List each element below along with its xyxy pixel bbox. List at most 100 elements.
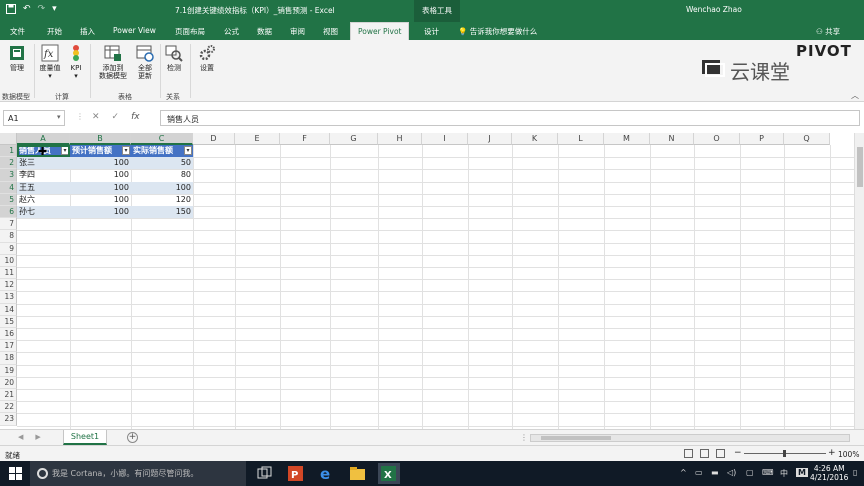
tab-page-layout[interactable]: 页面布局 [175,26,205,37]
tab-split-icon[interactable]: ⋮ [520,433,528,442]
row-header-11[interactable]: 11 [0,267,17,280]
row-header-14[interactable]: 14 [0,303,17,316]
column-header-l[interactable]: L [558,133,604,145]
tell-me-search[interactable]: 💡 告诉我你想要做什么 [458,26,537,37]
tab-data[interactable]: 数据 [257,26,272,37]
network-icon[interactable]: ▭ [695,468,703,477]
tab-home[interactable]: 开始 [47,26,62,37]
enter-icon[interactable]: ✓ [112,112,120,122]
column-header-p[interactable]: P [740,133,784,145]
task-view-icon[interactable] [256,465,273,482]
filter-dropdown-icon[interactable]: ▾ [122,146,130,155]
row-header-5[interactable]: 5 [0,193,17,206]
redo-icon[interactable]: ↷ [38,4,46,17]
notification-icon[interactable]: ▢ [746,468,754,477]
column-header-e[interactable]: E [235,133,280,145]
row-header-22[interactable]: 22 [0,401,17,414]
windows-start-icon[interactable] [9,467,22,480]
table-cell[interactable]: 120 [131,194,193,206]
keyboard-icon[interactable]: ⌨ [762,468,774,477]
column-header-o[interactable]: O [694,133,740,145]
battery-icon[interactable]: ▬ [711,468,719,477]
page-layout-view-icon[interactable] [700,449,709,458]
table-header-cell[interactable]: 预计销售额 ▾ [70,145,131,157]
tab-power-view[interactable]: Power View [113,26,156,35]
table-cell[interactable]: 赵六 [17,194,70,206]
table-cell[interactable]: 100 [131,181,193,194]
normal-view-icon[interactable] [684,449,693,458]
column-header-m[interactable]: M [604,133,650,145]
column-header-j[interactable]: J [468,133,512,145]
row-header-15[interactable]: 15 [0,315,17,328]
settings-button[interactable]: 设置 [196,44,218,72]
row-header-7[interactable]: 7 [0,218,17,231]
manage-button[interactable]: 管理 [5,44,29,72]
row-header-10[interactable]: 10 [0,254,17,267]
row-header-20[interactable]: 20 [0,376,17,389]
column-header-a[interactable]: A [17,133,70,145]
table-cell[interactable]: 100 [70,181,131,194]
row-header-17[interactable]: 17 [0,340,17,353]
column-header-n[interactable]: N [650,133,694,145]
table-cell[interactable]: 80 [131,169,193,181]
table-cell[interactable]: 孙七 [17,206,70,218]
table-cell[interactable]: 100 [70,157,131,170]
row-header-9[interactable]: 9 [0,242,17,255]
column-header-h[interactable]: H [378,133,422,145]
row-header-3[interactable]: 3 [0,169,17,182]
select-all-corner[interactable] [0,133,17,145]
row-header-12[interactable]: 12 [0,279,17,292]
table-cell[interactable]: 张三 [17,157,70,170]
name-box[interactable]: A1 [3,110,65,126]
row-header-2[interactable]: 2 [0,157,17,170]
file-explorer-icon[interactable] [349,465,366,482]
column-header-b[interactable]: B [70,133,131,145]
name-box-dropdown-icon[interactable]: ▾ [57,113,61,121]
tab-review[interactable]: 审阅 [290,26,305,37]
prev-sheet-icon[interactable]: ◀ [18,433,23,441]
zoom-in-icon[interactable]: + [828,448,836,458]
table-cell[interactable]: 王五 [17,181,70,194]
row-header-16[interactable]: 16 [0,328,17,341]
row-header-19[interactable]: 19 [0,364,17,377]
save-icon[interactable] [6,4,16,17]
tab-view[interactable]: 视图 [323,26,338,37]
measures-button[interactable]: fx 度量值 ▾ [38,44,62,80]
undo-icon[interactable]: ↶ [23,4,31,17]
column-header-k[interactable]: K [512,133,558,145]
table-cell[interactable]: 100 [70,206,131,218]
zoom-slider-knob[interactable] [783,450,786,457]
row-header-13[interactable]: 13 [0,291,17,304]
column-header-g[interactable]: G [330,133,378,145]
volume-icon[interactable]: ◁) [727,468,736,477]
collapse-ribbon-icon[interactable]: ︿ [851,90,859,101]
column-header-i[interactable]: I [422,133,468,145]
tab-design[interactable]: 设计 [424,26,439,37]
add-to-data-model-button[interactable]: 添加到 数据模型 [96,44,130,80]
tab-formulas[interactable]: 公式 [224,26,239,37]
ime-mode[interactable]: 中 [780,468,788,479]
customize-qat-icon[interactable]: ▾ [52,4,57,17]
table-cell[interactable]: 李四 [17,169,70,181]
row-header-18[interactable]: 18 [0,352,17,365]
column-header-c[interactable]: C [131,133,193,145]
row-header-8[interactable]: 8 [0,230,17,243]
tab-file[interactable]: 文件 [10,26,25,37]
excel-taskbar-icon[interactable]: X [378,463,400,484]
table-cell[interactable]: 100 [70,194,131,206]
zoom-out-icon[interactable]: − [734,448,742,458]
detect-button[interactable]: 检测 [164,44,184,72]
column-header-q[interactable]: Q [784,133,830,145]
row-header-21[interactable]: 21 [0,389,17,402]
clock[interactable]: 4:26 AM 4/21/2016 [810,464,848,482]
page-break-view-icon[interactable] [716,449,725,458]
formula-input[interactable]: 销售人员 [160,110,860,126]
next-sheet-icon[interactable]: ▶ [35,433,40,441]
table-header-cell[interactable]: 实际销售额 ▾ [131,145,193,157]
row-header-6[interactable]: 6 [0,206,17,219]
table-cell[interactable]: 50 [131,157,193,170]
action-center-icon[interactable]: ▯ [853,468,857,477]
add-sheet-icon[interactable]: + [127,432,138,443]
show-hidden-icons-icon[interactable]: ^ [680,468,687,477]
cortana-search-box[interactable]: 我是 Cortana，小娜。有问题尽管问我。 [30,461,246,486]
